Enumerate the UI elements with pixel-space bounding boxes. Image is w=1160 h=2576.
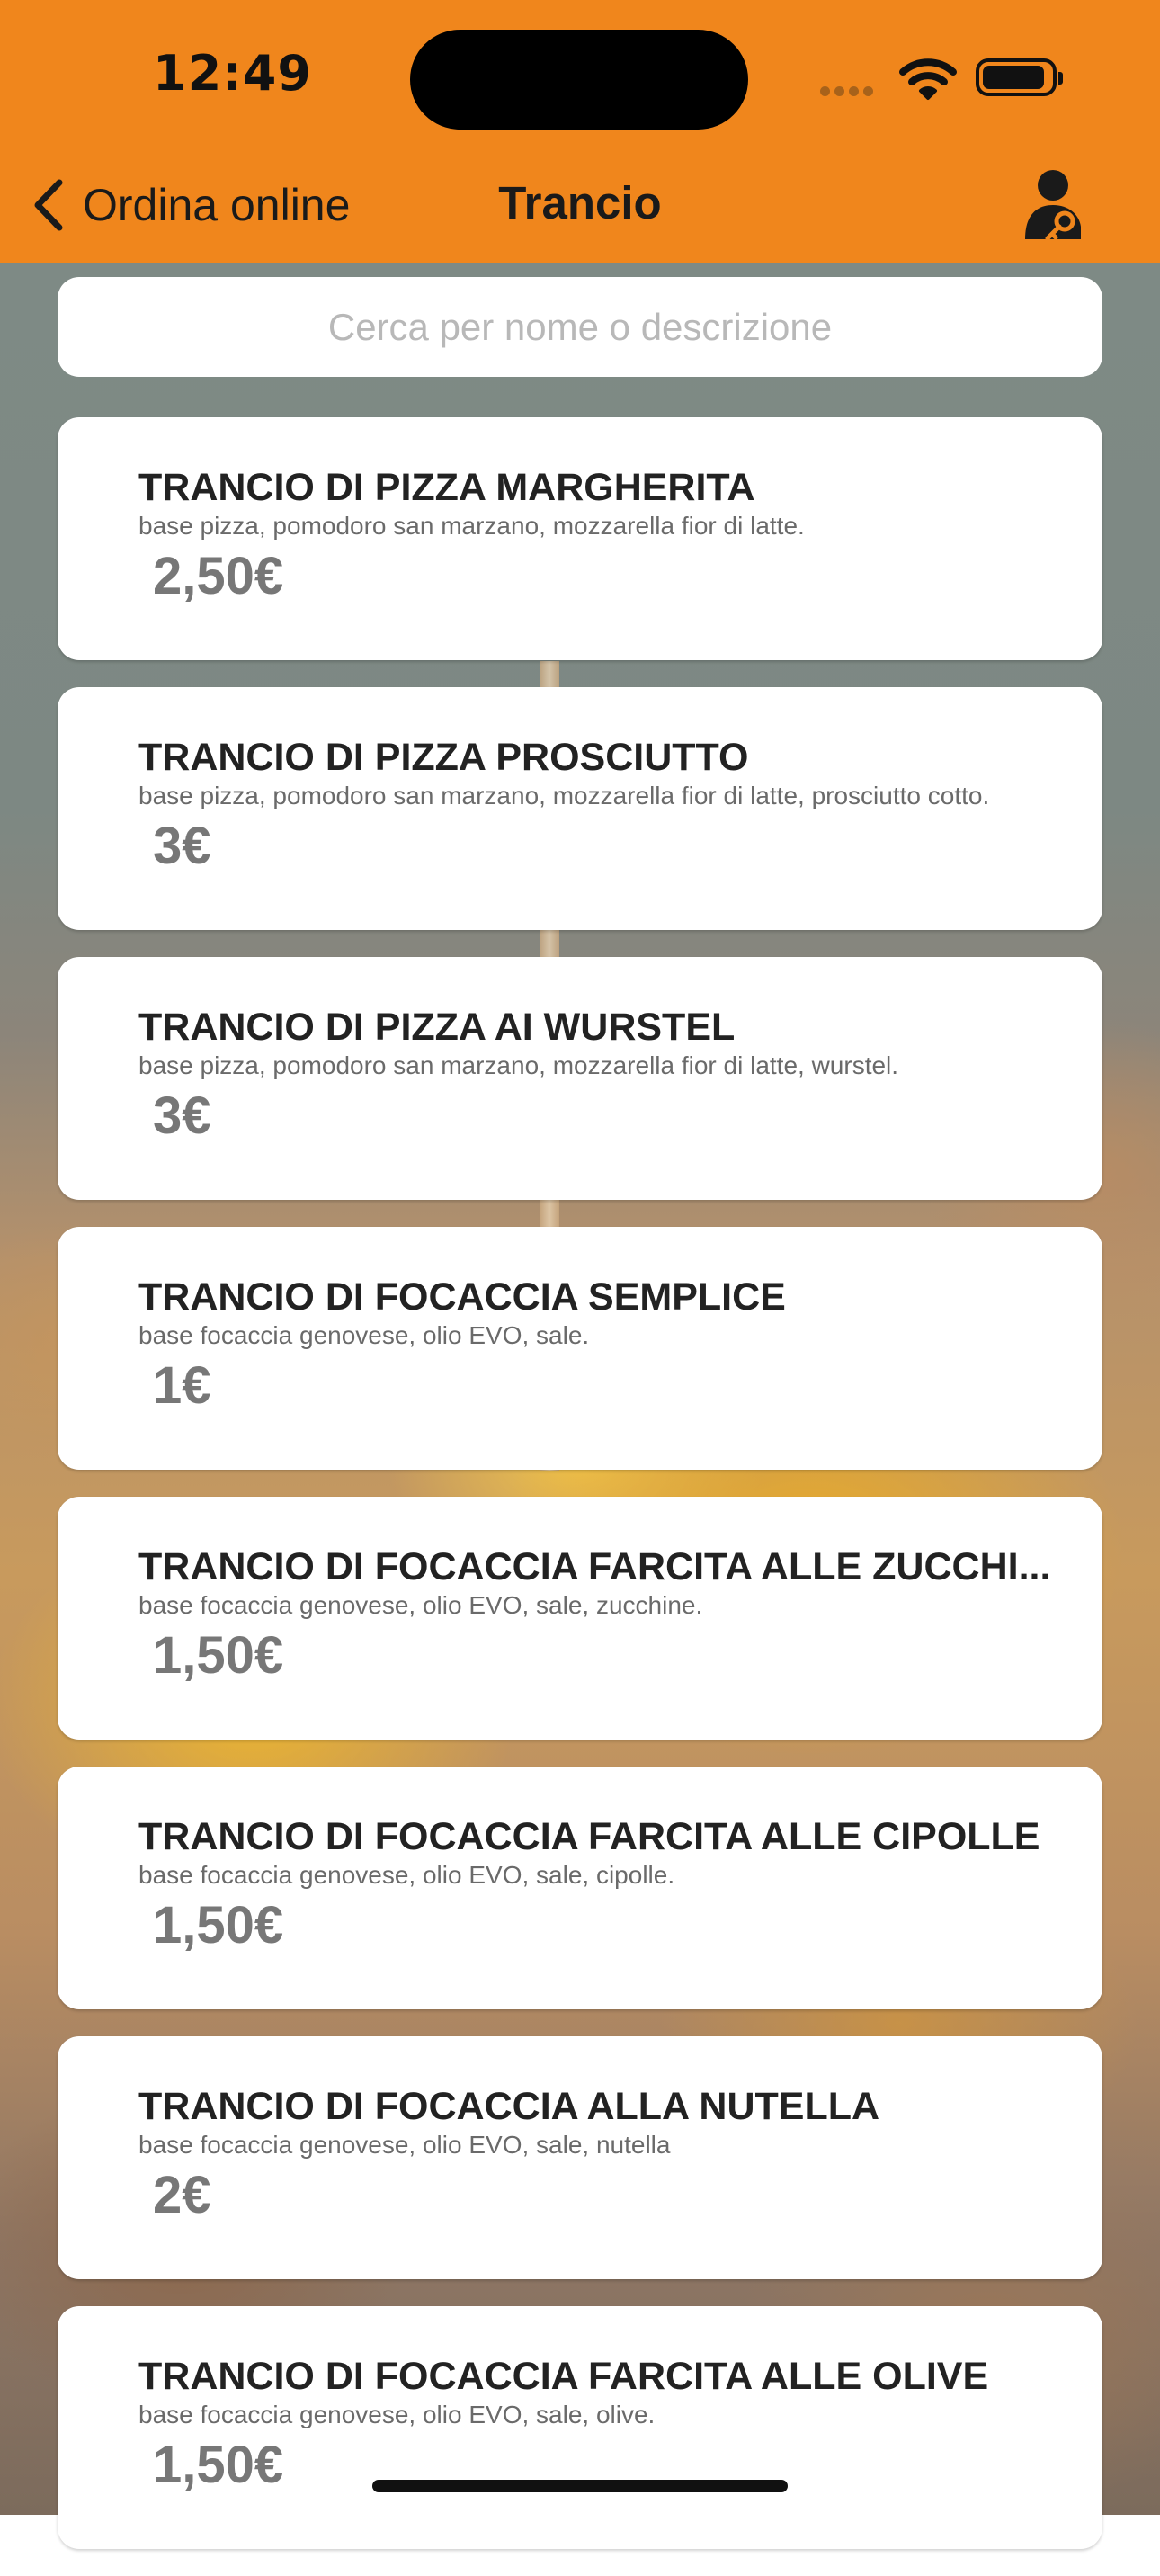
product-card[interactable]: TRANCIO DI PIZZA MARGHERITA base pizza, … bbox=[58, 417, 1102, 660]
status-time: 12:49 bbox=[153, 45, 312, 102]
product-price: 1€ bbox=[153, 1356, 211, 1416]
product-card[interactable]: TRANCIO DI FOCACCIA ALLA NUTELLA base fo… bbox=[58, 2036, 1102, 2279]
cellular-signal-icon bbox=[820, 85, 878, 101]
product-card[interactable]: TRANCIO DI PIZZA PROSCIUTTO base pizza, … bbox=[58, 687, 1102, 930]
product-card[interactable]: TRANCIO DI FOCACCIA FARCITA ALLE OLIVE b… bbox=[58, 2306, 1102, 2549]
product-price: 3€ bbox=[153, 817, 211, 876]
product-description: base focaccia genovese, olio EVO, sale, … bbox=[138, 1861, 675, 1890]
product-price: 1,50€ bbox=[153, 1896, 284, 1955]
product-description: base pizza, pomodoro san marzano, mozzar… bbox=[138, 782, 990, 810]
home-indicator bbox=[372, 2480, 788, 2492]
product-description: base focaccia genovese, olio EVO, sale, … bbox=[138, 2401, 656, 2429]
search-field[interactable] bbox=[58, 277, 1102, 377]
back-button[interactable]: Ordina online bbox=[32, 176, 350, 234]
product-description: base focaccia genovese, olio EVO, sale, … bbox=[138, 2131, 671, 2160]
product-card[interactable]: TRANCIO DI PIZZA AI WURSTEL base pizza, … bbox=[58, 957, 1102, 1200]
product-list: TRANCIO DI PIZZA MARGHERITA base pizza, … bbox=[58, 417, 1102, 2576]
product-price: 1,50€ bbox=[153, 1626, 284, 1686]
search-input[interactable] bbox=[58, 304, 1102, 350]
wifi-icon bbox=[899, 58, 957, 100]
product-card[interactable]: TRANCIO DI FOCACCIA FARCITA ALLE ZUCCHI.… bbox=[58, 1497, 1102, 1740]
product-name: TRANCIO DI PIZZA AI WURSTEL bbox=[138, 1007, 736, 1049]
product-description: base pizza, pomodoro san marzano, mozzar… bbox=[138, 512, 805, 541]
nav-header: 12:49 Ordina online Trancio bbox=[0, 0, 1160, 263]
product-name: TRANCIO DI PIZZA PROSCIUTTO bbox=[138, 738, 749, 779]
product-card[interactable]: TRANCIO DI FOCACCIA FARCITA ALLE CIPOLLE… bbox=[58, 1767, 1102, 2009]
product-name: TRANCIO DI FOCACCIA FARCITA ALLE CIPOLLE bbox=[138, 1817, 1040, 1858]
product-description: base focaccia genovese, olio EVO, sale, … bbox=[138, 1591, 703, 1620]
page-title: Trancio bbox=[498, 177, 662, 228]
product-price: 2,50€ bbox=[153, 547, 284, 606]
back-label: Ordina online bbox=[83, 180, 351, 230]
product-name: TRANCIO DI FOCACCIA ALLA NUTELLA bbox=[138, 2087, 880, 2128]
product-price: 3€ bbox=[153, 1087, 211, 1146]
product-name: TRANCIO DI FOCACCIA FARCITA ALLE OLIVE bbox=[138, 2357, 989, 2398]
dynamic-island bbox=[410, 30, 748, 130]
product-name: TRANCIO DI FOCACCIA SEMPLICE bbox=[138, 1277, 786, 1319]
chevron-left-icon bbox=[34, 179, 63, 231]
product-card[interactable]: TRANCIO DI FOCACCIA SEMPLICE base focacc… bbox=[58, 1227, 1102, 1470]
battery-icon bbox=[976, 58, 1063, 96]
product-price: 2€ bbox=[153, 2166, 211, 2225]
product-name: TRANCIO DI PIZZA MARGHERITA bbox=[138, 468, 755, 509]
user-key-icon[interactable] bbox=[1023, 167, 1088, 241]
product-description: base focaccia genovese, olio EVO, sale. bbox=[138, 1321, 590, 1350]
product-description: base pizza, pomodoro san marzano, mozzar… bbox=[138, 1051, 899, 1080]
product-name: TRANCIO DI FOCACCIA FARCITA ALLE ZUCCHI.… bbox=[138, 1547, 1051, 1588]
